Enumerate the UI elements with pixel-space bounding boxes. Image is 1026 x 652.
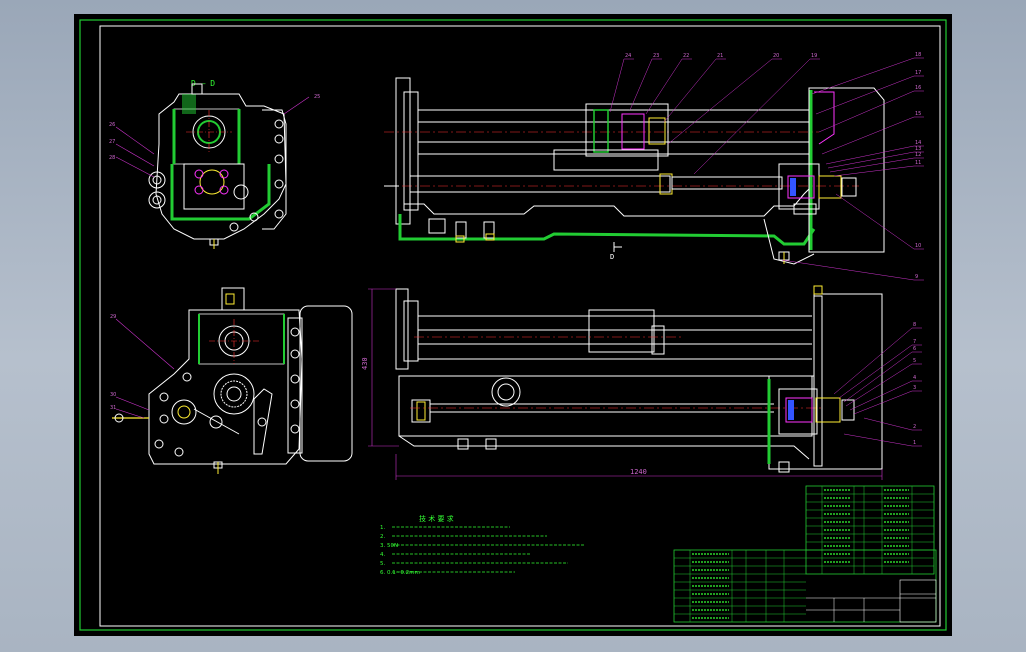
part-number: 25 [314, 94, 320, 100]
callout-leader [829, 157, 915, 173]
part-number: 28 [109, 155, 115, 161]
tech-lines: 1. 2. 3. 50N 4. 5. 6. 0.1~0.2mm [380, 525, 584, 576]
height-dimension: 430 [361, 357, 369, 370]
callout-leader [629, 58, 653, 111]
callout-leader [815, 75, 915, 115]
callout-leader [845, 363, 913, 407]
part-number: 26 [109, 122, 115, 128]
part-number: 5 [913, 358, 916, 364]
callout-leader [667, 58, 773, 145]
callout-leader [835, 193, 915, 250]
title-block [673, 549, 937, 623]
part-number: 12 [915, 152, 921, 158]
engineering-drawing: D — D D 430 1240 24 23 22 21 20 19 18171… [79, 19, 947, 631]
part-number: 21 [717, 53, 723, 59]
callout-leader [838, 344, 913, 399]
callout-leader [645, 58, 683, 115]
tech-line: 4. [380, 552, 385, 558]
part-number: 6 [913, 346, 916, 352]
part-number: 2 [913, 424, 916, 430]
callout-leader [849, 380, 913, 411]
part-number: 29 [110, 314, 116, 320]
elevation-view: 430 1240 [361, 285, 883, 480]
callout-leader [818, 90, 915, 133]
part-number: 11 [915, 160, 921, 166]
part-number: 16 [915, 85, 921, 91]
section-d-d-view: D — D [115, 79, 310, 249]
part-number: 18 [915, 52, 921, 58]
tech-line: 2. [380, 534, 385, 540]
outer-frame [79, 19, 947, 631]
callout-leader [843, 433, 913, 447]
callout-leader [863, 417, 913, 431]
callout-leader [833, 165, 915, 177]
tech-line: 3. 50N [380, 543, 398, 549]
part-number: 8 [913, 322, 916, 328]
callout-leader [821, 116, 915, 155]
part-number: 24 [625, 53, 631, 59]
part-callouts: 24 23 22 21 20 19 1817161514131211109876543212… [109, 52, 924, 447]
part-number: 30 [110, 392, 116, 398]
tech-line: 5. [380, 561, 385, 567]
callout-leader [781, 259, 915, 281]
callout-leader [693, 58, 811, 175]
part-number: 15 [915, 111, 921, 117]
part-number: 7 [913, 339, 916, 345]
part-number: 1 [913, 440, 916, 446]
technical-requirements: 技 术 要 求 1. 2. 3. 50N 4. 5. 6. 0.1~0.2mm [380, 514, 584, 576]
part-number: 27 [109, 139, 115, 145]
drawing-sheet: D — D D 430 1240 24 23 22 21 20 19 18 17… [74, 14, 952, 636]
callout-leader [833, 327, 913, 395]
part-number: 22 [683, 53, 689, 59]
callout-leader [825, 145, 915, 165]
part-number: 17 [915, 70, 921, 76]
part-number: 9 [915, 274, 918, 280]
end-view [112, 287, 353, 474]
part-number: 23 [653, 53, 659, 59]
part-number: 20 [773, 53, 779, 59]
main-section-view: D [384, 77, 885, 265]
callout-leader [811, 57, 915, 95]
tech-title: 技 术 要 求 [419, 514, 454, 523]
part-number: 3 [913, 385, 916, 391]
callout-leader [663, 58, 717, 123]
tech-line: 1. [380, 525, 385, 531]
length-dimension: 1240 [630, 468, 647, 476]
section-arrow-label: D [610, 253, 614, 261]
part-number: 4 [913, 375, 916, 381]
part-number: 31 [110, 405, 116, 411]
parts-list [805, 485, 935, 575]
part-number: 10 [915, 243, 921, 249]
tech-line: 6. 0.1~0.2mm [380, 570, 420, 576]
part-number: 19 [811, 53, 817, 59]
